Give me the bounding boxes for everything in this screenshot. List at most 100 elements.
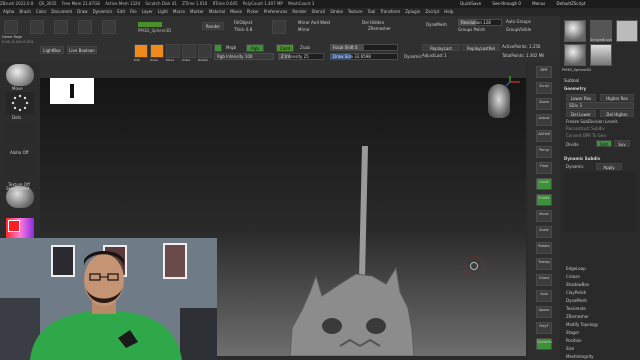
shelf-button-bpr[interactable]: BPR [536, 66, 552, 78]
draw-size-slider[interactable]: Draw Size 33.6598 [330, 53, 398, 60]
apply-button[interactable]: Apply [596, 163, 622, 170]
subpanel-position[interactable]: Position [566, 338, 582, 343]
menu-item-document[interactable]: Document [51, 8, 72, 16]
subpanel-edgeloop[interactable]: EdgeLoop [566, 266, 586, 271]
draw-button[interactable] [150, 44, 164, 58]
move-button[interactable] [166, 44, 180, 58]
replay-last-rel-button[interactable]: ReplayLastRel [462, 44, 500, 51]
adjust-last-slider[interactable]: AdjustLast 1 [422, 53, 447, 58]
divide-button[interactable]: Divide [566, 142, 579, 147]
texture-thumb[interactable] [6, 154, 34, 176]
subpanel-meshintegrity[interactable]: MeshIntegrity [566, 354, 594, 359]
menu-item-edit[interactable]: Edit [117, 8, 125, 16]
sculptris-icon[interactable] [30, 20, 44, 34]
shelf-button-polyf[interactable]: PolyF [536, 322, 552, 334]
zmodeler-icon[interactable] [272, 20, 286, 34]
menu-item-texture[interactable]: Texture [348, 8, 363, 16]
menu-item-render[interactable]: Render [292, 8, 306, 16]
shelf-button-scale[interactable]: Scale [536, 226, 552, 238]
zremesher-button[interactable]: ZRemesher [368, 26, 391, 31]
lower-res-button[interactable]: Lower Res [566, 94, 596, 101]
suv-toggle[interactable]: Suv [614, 140, 630, 147]
subpanel-tessimate[interactable]: Tessimate [566, 306, 586, 311]
menu-item-stencil[interactable]: Stencil [312, 8, 326, 16]
fill-object-label[interactable]: FillObject [234, 20, 252, 25]
menu-item-alpha[interactable]: Alpha [3, 8, 14, 16]
menu-item-zplugin[interactable]: Zplugin [405, 8, 420, 16]
menu-item-light[interactable]: Light [158, 8, 168, 16]
shelf-button-xpose[interactable]: Xpose [536, 306, 552, 318]
menu-item-layer[interactable]: Layer [142, 8, 153, 16]
shelf-button-local[interactable]: Local [536, 178, 552, 190]
subpanel-zremesher[interactable]: ZRemesher [566, 314, 589, 319]
rotate-button[interactable] [198, 44, 212, 58]
shelf-button-floor[interactable]: Floor [536, 162, 552, 174]
mrgb-button[interactable]: Mrgb [226, 45, 236, 50]
subpanel-shadowbox[interactable]: ShadowBox [566, 282, 589, 287]
dynamesh-button[interactable]: DynaMesh [426, 22, 447, 27]
menu-item-help[interactable]: Help [444, 8, 453, 16]
menu-item-file[interactable]: File [130, 8, 137, 16]
dynamic-toggle[interactable]: Dynamic [404, 54, 422, 59]
del-higher-button[interactable]: Del Higher [600, 110, 634, 117]
subpanel-claypolish[interactable]: ClayPolish [566, 290, 586, 295]
xyz-axis-icon[interactable] [504, 76, 524, 88]
primary-color-swatch[interactable] [8, 220, 20, 232]
rgb-button[interactable]: Rgb [246, 44, 264, 52]
shelf-button-ghost[interactable]: Ghost [536, 274, 552, 286]
rgb-intensity-slider[interactable]: Rgb Intensity 100 [214, 53, 274, 60]
thick-slider[interactable]: Thick 0.8 [234, 27, 252, 32]
live-boolean-button[interactable]: Live Boolean [67, 46, 97, 54]
shelf-button-solo[interactable]: Solo [536, 290, 552, 302]
subpanel-modify-topology[interactable]: Modify Topology [566, 322, 598, 327]
zsub-button[interactable]: Zsub [300, 45, 310, 50]
menu-item-movie[interactable]: Movie [230, 8, 242, 16]
tool-thumb-pm3d[interactable] [564, 20, 586, 42]
auto-groups-button[interactable]: Auto Groups [506, 19, 531, 24]
dynamic-subdiv-toggle[interactable]: Dynamic [566, 164, 584, 169]
z-intensity-slider[interactable]: Z Intensity 25 [278, 53, 324, 60]
mirror-weld-button[interactable]: Mirror And Weld [298, 20, 330, 25]
higher-res-button[interactable]: Higher Res [600, 94, 634, 101]
tool-thumb-sphere[interactable] [564, 44, 586, 66]
default-zscript[interactable]: DefaultZScript [557, 1, 586, 6]
convert-bpr-button[interactable]: Convert BPR To Geo [566, 133, 606, 138]
menu-item-transform[interactable]: Transform [380, 8, 400, 16]
group-visible-button[interactable]: GroupVisible [506, 27, 531, 32]
edit-button[interactable] [134, 44, 148, 58]
freeze-subdiv-button[interactable]: Freeze SubDivision Levels [566, 119, 618, 124]
replay-last-button[interactable]: ReplayLast [422, 44, 460, 51]
menu-item-marker[interactable]: Marker [190, 8, 204, 16]
shelf-button-move[interactable]: Move [536, 210, 552, 222]
shelf-button-scroll[interactable]: Scroll [536, 82, 552, 94]
see-through-slider[interactable]: See-through 0 [492, 1, 520, 6]
subpanel-dynamesh[interactable]: DynaMesh [566, 298, 587, 303]
menu-item-preferences[interactable]: Preferences [264, 8, 288, 16]
dynamic-subdiv-section[interactable]: Dynamic Subdiv [564, 156, 636, 161]
stroke-dots-thumb[interactable] [6, 92, 34, 114]
menu-item-picker[interactable]: Picker [247, 8, 259, 16]
shelf-button-aahalf[interactable]: AAHalf [536, 130, 552, 142]
shelf-button-transp[interactable]: Transp [536, 258, 552, 270]
zadd-button[interactable]: Zadd [276, 44, 294, 52]
shelf-button-actual[interactable]: Actual [536, 114, 552, 126]
render-button[interactable]: Render [202, 22, 224, 30]
dynamic-subdiv-sliders[interactable] [564, 172, 636, 232]
menu-item-color[interactable]: Color [36, 8, 46, 16]
menu-item-dynamics[interactable]: Dynamics [93, 8, 113, 16]
focal-shift-slider[interactable]: Focal Shift 0 [330, 44, 398, 51]
menu-item-draw[interactable]: Draw [77, 8, 87, 16]
menu-item-stroke[interactable]: Stroke [330, 8, 343, 16]
menu-item-macro[interactable]: Macro [173, 8, 185, 16]
smt-toggle[interactable]: Smt [596, 140, 612, 147]
menu-item-tool[interactable]: Tool [368, 8, 376, 16]
menus-toggle[interactable]: Menus [532, 1, 545, 6]
color-picker[interactable] [6, 218, 34, 240]
subpanel-stager[interactable]: Stager [566, 330, 579, 335]
subtool-section[interactable]: Subtool [564, 78, 636, 83]
shelf-button-zoom[interactable]: Zoom [536, 98, 552, 110]
home-page-button[interactable] [4, 20, 18, 34]
mirror-button[interactable]: Mirror [298, 27, 310, 32]
texture-icon[interactable] [102, 20, 116, 34]
resolution-slider[interactable]: Resolution 128 [458, 19, 502, 26]
